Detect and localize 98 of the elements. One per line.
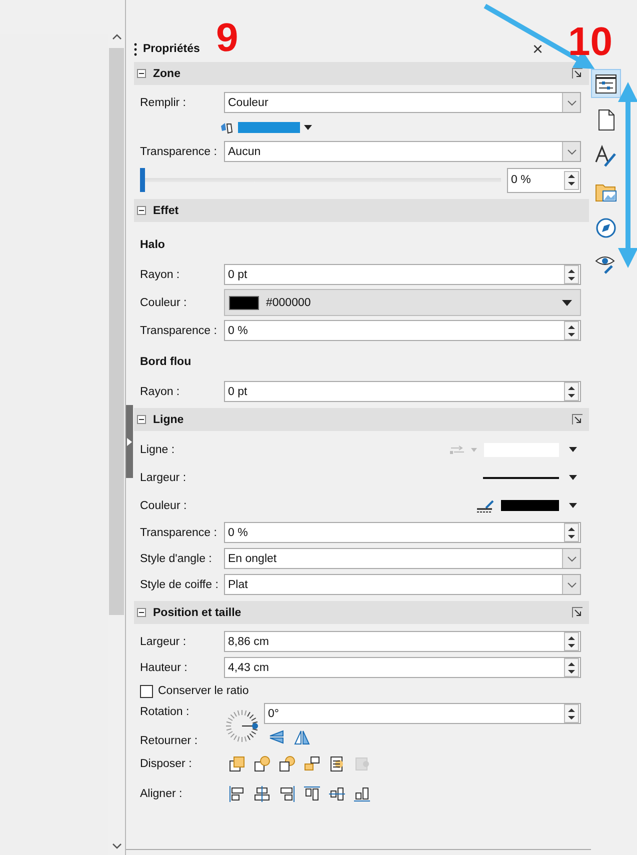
flip-vertical-icon[interactable]: [268, 730, 284, 744]
spin-arrows-icon[interactable]: [567, 172, 576, 188]
spin-arrows-icon[interactable]: [567, 524, 576, 540]
flip-horizontal-icon[interactable]: [294, 730, 310, 745]
field-label: Transparence :: [140, 526, 218, 538]
spin-field[interactable]: 0 %: [224, 522, 581, 543]
chevron-down-icon[interactable]: [566, 100, 576, 106]
field-label: Aligner :: [140, 788, 184, 800]
collapse-icon[interactable]: [137, 415, 146, 424]
color-swatch[interactable]: [501, 500, 559, 511]
rotation-field[interactable]: 0°: [264, 703, 581, 724]
send-to-back-icon[interactable]: [304, 756, 320, 772]
frame-icon: [354, 756, 370, 772]
text-wrap-icon[interactable]: [329, 756, 345, 772]
slider-thumb[interactable]: [140, 168, 145, 192]
sidebar-handle[interactable]: [126, 405, 133, 478]
spin-arrows-icon[interactable]: [567, 634, 576, 650]
dropdown-arrow-icon[interactable]: [562, 300, 572, 306]
color-swatch[interactable]: [238, 122, 300, 132]
field-label: Largeur :: [140, 636, 188, 648]
section-header[interactable]: Effet: [134, 199, 589, 222]
chevron-down-icon[interactable]: [566, 582, 576, 588]
field-label: Largeur :: [140, 472, 188, 484]
spin-arrows-icon[interactable]: [567, 660, 576, 676]
section-header[interactable]: Zone: [134, 62, 589, 85]
panel-title: Propriétés: [143, 43, 200, 55]
section-title: Effet: [153, 204, 179, 216]
color-dropdown[interactable]: #000000: [224, 289, 581, 316]
checkbox[interactable]: [140, 684, 153, 698]
field-label: Remplir :: [140, 96, 188, 108]
spin-arrows-icon[interactable]: [567, 266, 576, 282]
field-label: Hauteur :: [140, 662, 188, 674]
spin-field[interactable]: 0 %: [224, 320, 581, 341]
sidebar-tab[interactable]: [591, 69, 621, 98]
dropdown-arrow-icon[interactable]: [569, 503, 577, 508]
field-label: Rayon :: [140, 386, 181, 398]
checkbox-label[interactable]: Conserver le ratio: [158, 685, 249, 697]
field-label: Retourner :: [140, 735, 199, 747]
spin-field[interactable]: 0 %: [507, 168, 581, 192]
scrollbar[interactable]: [108, 0, 126, 855]
section-header[interactable]: Position et taille: [134, 601, 589, 624]
more-options-icon[interactable]: [572, 607, 583, 618]
subsection-title: Bord flou: [140, 355, 192, 370]
paint-bucket-icon[interactable]: [220, 120, 234, 134]
align-left-icon[interactable]: [229, 786, 245, 802]
collapse-icon[interactable]: [137, 206, 146, 215]
dropdown-arrow-icon[interactable]: [569, 447, 577, 452]
dropdown-arrow-icon[interactable]: [569, 475, 577, 480]
align-middle-icon[interactable]: [329, 786, 345, 802]
field-label: Disposer :: [140, 758, 193, 770]
dropdown[interactable]: Aucun: [224, 141, 581, 162]
dropdown[interactable]: En onglet: [224, 548, 581, 569]
section-title: Zone: [153, 68, 180, 80]
align-center-icon[interactable]: [254, 786, 270, 802]
annotation-number: 10: [568, 22, 612, 62]
line-width-preview[interactable]: [483, 476, 559, 478]
close-button[interactable]: ×: [532, 38, 543, 60]
section-header[interactable]: Ligne: [134, 408, 589, 431]
spin-arrows-icon[interactable]: [567, 322, 576, 338]
align-right-icon[interactable]: [279, 786, 295, 802]
collapse-icon[interactable]: [137, 69, 146, 78]
field-label: Transparence :: [140, 146, 218, 158]
dropdown[interactable]: Couleur: [224, 92, 581, 113]
dropdown-arrow-icon[interactable]: [304, 124, 312, 130]
subsection-title: Halo: [140, 238, 166, 253]
field-label: Transparence :: [140, 324, 218, 336]
line-color-icon[interactable]: [477, 498, 495, 512]
align-bottom-icon[interactable]: [354, 786, 370, 802]
scroll-down-icon[interactable]: [112, 843, 122, 849]
spin-arrows-icon[interactable]: [567, 384, 576, 400]
chevron-down-icon[interactable]: [566, 556, 576, 562]
rotation-dial[interactable]: [224, 708, 260, 744]
chevron-down-icon[interactable]: [566, 148, 576, 154]
field-label: Couleur :: [140, 296, 188, 308]
dropdown[interactable]: Plat: [224, 574, 581, 595]
more-options-icon[interactable]: [572, 68, 583, 79]
send-backward-icon[interactable]: [279, 756, 295, 772]
field-label: Rotation :: [140, 706, 190, 718]
spin-field[interactable]: 8,86 cm: [224, 631, 581, 652]
section-title: Position et taille: [153, 606, 242, 618]
align-top-icon[interactable]: [304, 786, 320, 802]
bring-to-front-icon[interactable]: [229, 756, 245, 772]
spin-arrows-icon[interactable]: [567, 706, 576, 722]
spin-field[interactable]: 0 pt: [224, 264, 581, 285]
spin-field[interactable]: 4,43 cm: [224, 657, 581, 678]
spin-field[interactable]: 0 pt: [224, 381, 581, 402]
field-label: Ligne :: [140, 444, 176, 456]
field-label: Style d'angle :: [140, 552, 213, 564]
field-label: Style de coiffe :: [140, 578, 220, 590]
scroll-up-icon[interactable]: [112, 34, 122, 40]
section-title: Ligne: [153, 414, 184, 426]
more-options-icon[interactable]: [572, 414, 583, 425]
bring-forward-icon[interactable]: [254, 756, 270, 772]
field-label: Couleur :: [140, 500, 188, 512]
grip-icon[interactable]: [134, 42, 137, 56]
collapse-icon[interactable]: [137, 608, 146, 617]
annotation-number: 9: [216, 18, 238, 58]
field-label: Rayon :: [140, 268, 181, 280]
